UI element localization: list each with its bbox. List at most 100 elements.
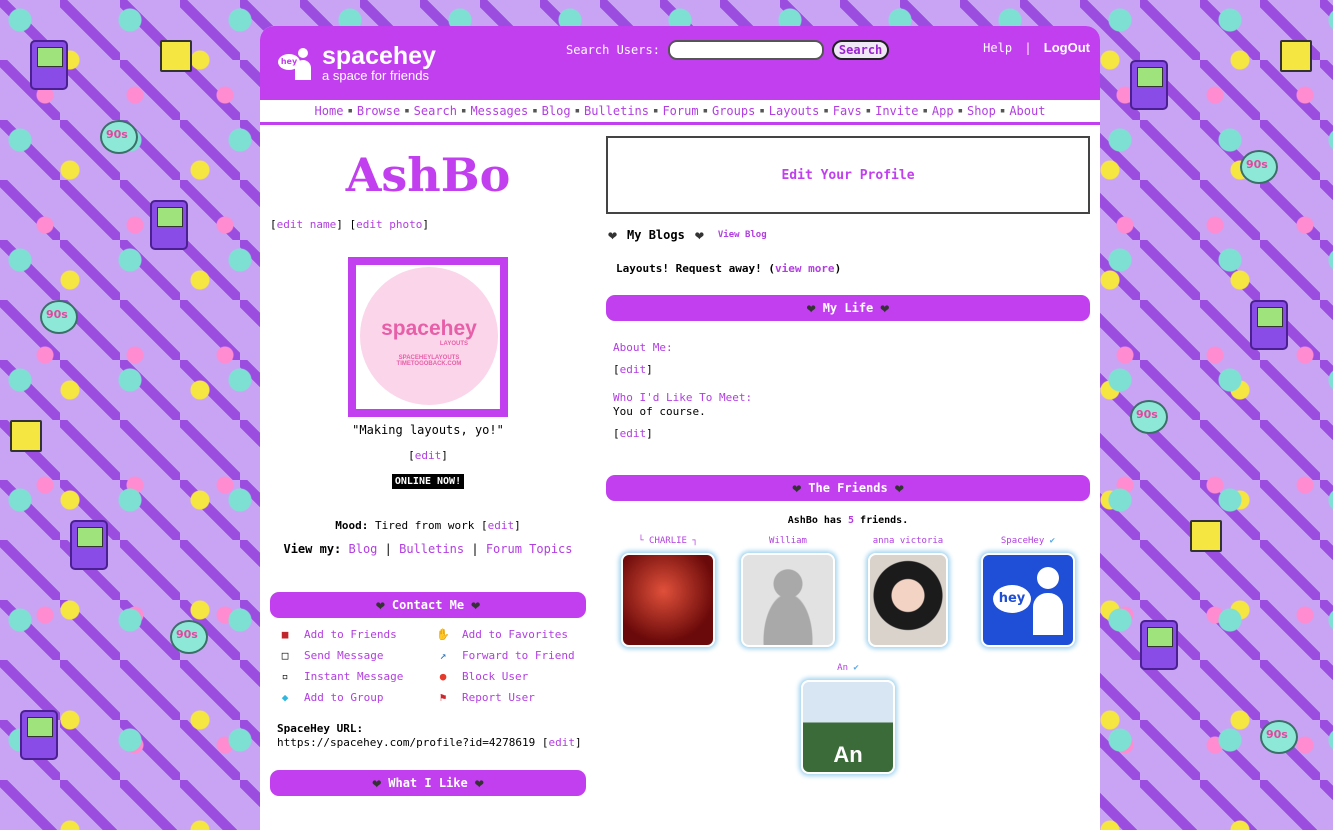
add-group-action[interactable]: ◆ Add to Group — [278, 691, 436, 704]
profile-photo[interactable]: spacehey LAYOUTS SPACEHEYLAYOUTS TIMETOG… — [348, 257, 508, 417]
search-input[interactable] — [667, 40, 824, 60]
bubble-decoration — [1260, 720, 1298, 754]
help-link[interactable]: Help — [983, 41, 1012, 55]
add-group-link[interactable]: Add to Group — [304, 691, 383, 704]
car-icon: ■ — [281, 628, 289, 641]
add-friends-action[interactable]: ■ Add to Friends — [278, 628, 436, 641]
edit-url-link[interactable]: edit — [549, 736, 576, 749]
logout-link[interactable]: LogOut — [1044, 40, 1090, 55]
heart-icon: ❤ — [375, 596, 385, 614]
nav-shop[interactable]: Shop — [967, 104, 996, 118]
friends-grid: └ CHARLIE ┐ William anna victoria SpaceH… — [606, 536, 1090, 647]
heart-icon: ❤ — [474, 774, 484, 792]
instant-message-link[interactable]: Instant Message — [304, 670, 403, 683]
report-action[interactable]: ⚑ Report User — [436, 691, 594, 704]
profile-photo-image: spacehey LAYOUTS SPACEHEYLAYOUTS TIMETOG… — [360, 267, 498, 405]
view-forum-link[interactable]: Forum Topics — [486, 542, 573, 556]
nav-groups[interactable]: Groups — [712, 104, 755, 118]
friend-name[interactable]: An ✔ — [788, 663, 908, 673]
forward-link[interactable]: Forward to Friend — [462, 649, 575, 662]
logo-tagline: a space for friends — [322, 68, 429, 83]
friend-name[interactable]: anna victoria — [848, 536, 968, 546]
nav-messages[interactable]: Messages — [470, 104, 528, 118]
friend-name[interactable]: William — [728, 536, 848, 546]
gameboy-decoration — [20, 710, 58, 760]
site-logo[interactable]: hey spacehey a space for friends — [278, 44, 436, 83]
gameboy-decoration — [30, 40, 68, 90]
edit-quote-link[interactable]: edit — [415, 449, 442, 462]
block-link[interactable]: Block User — [462, 670, 528, 683]
hand-icon: ✋ — [436, 628, 450, 641]
quote-edit: [edit] — [408, 449, 448, 462]
friend-card[interactable]: William — [728, 536, 848, 647]
online-now-badge: ONLINE NOW! — [390, 473, 466, 490]
search-label: Search Users: — [566, 43, 660, 57]
edit-profile-box[interactable]: Edit Your Profile — [606, 136, 1090, 214]
view-blog-link[interactable]: View Blog — [718, 230, 767, 240]
friend-card[interactable]: An ✔ An — [788, 663, 908, 774]
meet-label: Who I'd Like To Meet: — [613, 391, 753, 404]
send-message-action[interactable]: □ Send Message — [278, 649, 436, 662]
view-bulletins-link[interactable]: Bulletins — [399, 542, 464, 556]
heart-icon: ❤ — [608, 226, 618, 244]
floppy-decoration — [160, 40, 192, 72]
blog-entry-title: Layouts! Request away! — [616, 262, 762, 275]
friend-avatar[interactable]: An — [801, 680, 895, 774]
nav-browse[interactable]: Browse — [357, 104, 400, 118]
friend-card[interactable]: anna victoria — [848, 536, 968, 647]
forward-action[interactable]: ↗ Forward to Friend — [436, 649, 594, 662]
friend-card[interactable]: └ CHARLIE ┐ — [608, 536, 728, 647]
edit-mood-link[interactable]: edit — [488, 519, 515, 532]
about-section: About Me: [edit] Who I'd Like To Meet: Y… — [613, 341, 1090, 441]
friend-avatar[interactable] — [741, 553, 835, 647]
nav-forum[interactable]: Forum — [662, 104, 698, 118]
edit-about-link[interactable]: edit — [620, 363, 647, 376]
profile-name: AshBo — [345, 148, 511, 202]
what-i-like-title: What I Like — [388, 776, 468, 790]
friend-name[interactable]: └ CHARLIE ┐ — [608, 536, 728, 546]
nav-bulletins[interactable]: Bulletins — [584, 104, 649, 118]
flag-icon: ⚑ — [439, 691, 447, 704]
friend-count-prefix: AshBo has — [787, 515, 842, 526]
nav-about[interactable]: About — [1009, 104, 1045, 118]
nav-blog[interactable]: Blog — [542, 104, 571, 118]
friend-card[interactable]: SpaceHey ✔ hey — [968, 536, 1088, 647]
add-favorites-link[interactable]: Add to Favorites — [462, 628, 568, 641]
friend-name[interactable]: SpaceHey ✔ — [968, 536, 1088, 546]
gameboy-decoration — [1130, 60, 1168, 110]
block-action[interactable]: ● Block User — [436, 670, 594, 683]
nav-layouts[interactable]: Layouts — [769, 104, 820, 118]
friend-avatar[interactable] — [868, 553, 948, 647]
edit-profile-link[interactable]: Edit Your Profile — [781, 168, 914, 183]
search-button[interactable]: Search — [831, 40, 890, 60]
right-column: Edit Your Profile ❤ My Blogs ❤ View Blog… — [606, 136, 1090, 774]
edit-meet-link[interactable]: edit — [620, 427, 647, 440]
friend-count-link[interactable]: 5 — [848, 515, 854, 526]
profile-quote: "Making layouts, yo!" — [352, 423, 504, 437]
nav-invite[interactable]: Invite — [875, 104, 918, 118]
friend-avatar[interactable]: hey — [981, 553, 1075, 647]
bubble-decoration — [1240, 150, 1278, 184]
nav-home[interactable]: Home — [315, 104, 344, 118]
nav-search[interactable]: Search — [414, 104, 457, 118]
report-link[interactable]: Report User — [462, 691, 535, 704]
edit-name-link[interactable]: edit name — [277, 218, 337, 231]
friend-avatar[interactable] — [621, 553, 715, 647]
contact-header: ❤ Contact Me ❤ — [270, 592, 586, 618]
instant-message-action[interactable]: ▫ Instant Message — [278, 670, 436, 683]
add-friends-link[interactable]: Add to Friends — [304, 628, 397, 641]
heart-icon: ❤ — [694, 226, 704, 244]
nav-favs[interactable]: Favs — [833, 104, 862, 118]
url-label: SpaceHey URL: — [277, 722, 364, 735]
edit-photo-link[interactable]: edit photo — [356, 218, 422, 231]
nav-app[interactable]: App — [932, 104, 954, 118]
view-more-link[interactable]: view more — [775, 262, 835, 275]
what-i-like-header: ❤ What I Like ❤ — [270, 770, 586, 796]
send-message-link[interactable]: Send Message — [304, 649, 383, 662]
add-favorites-action[interactable]: ✋ Add to Favorites — [436, 628, 594, 641]
view-my-label: View my: — [283, 542, 342, 556]
blogs-title: My Blogs — [627, 228, 685, 242]
view-blog-link[interactable]: Blog — [349, 542, 378, 556]
meet-value: You of course. — [613, 405, 706, 418]
heart-icon: ❤ — [806, 299, 816, 317]
